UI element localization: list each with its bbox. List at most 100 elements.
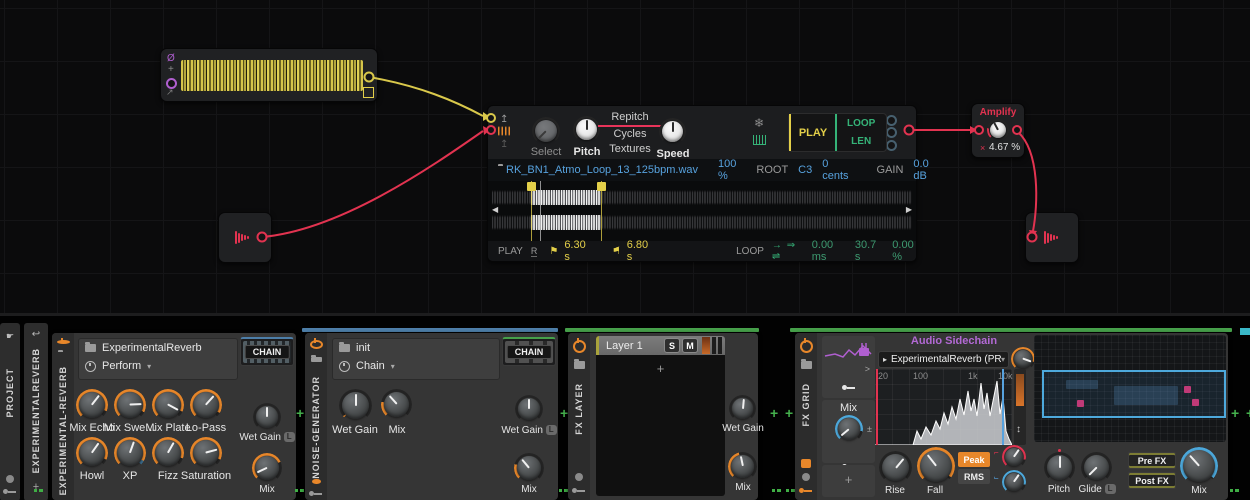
samp-port-r2[interactable] xyxy=(886,127,897,138)
sample-strip-waveform[interactable] xyxy=(181,60,363,91)
back-icon[interactable]: ↩ xyxy=(32,329,40,340)
sidechain-gain-knob[interactable] xyxy=(1011,347,1035,371)
sc-blue-knob[interactable] xyxy=(1002,470,1026,494)
add-device-2[interactable]: + xyxy=(560,406,568,420)
layer-device-name[interactable]: FX LAYER xyxy=(574,383,584,435)
samp-port-r3[interactable] xyxy=(886,140,897,151)
mod-mix-knob[interactable] xyxy=(835,415,863,443)
end-time[interactable]: 6.80 s xyxy=(627,239,648,263)
loop-button[interactable]: LOOP xyxy=(837,114,885,133)
reverb-mode[interactable]: Perform xyxy=(102,360,141,372)
add-device-5[interactable]: + xyxy=(1246,406,1250,420)
grid-pitch-knob[interactable] xyxy=(1044,452,1075,483)
solo-button[interactable]: S xyxy=(664,338,680,353)
mode-repitch[interactable]: Repitch xyxy=(598,110,662,127)
mod-expand-chevron[interactable]: > xyxy=(865,364,870,374)
scroll-right-arrow[interactable]: ▶ xyxy=(906,205,912,214)
freeze-icon[interactable]: ❄ xyxy=(754,116,764,130)
peak-button[interactable]: Peak xyxy=(958,452,990,467)
grid-preset-icon[interactable] xyxy=(800,359,812,369)
layer-add-device[interactable]: + xyxy=(596,361,725,376)
layer-mix-knob[interactable] xyxy=(728,452,757,481)
xp-knob[interactable] xyxy=(114,437,146,469)
phase-icon[interactable]: Ø xyxy=(167,53,175,64)
loop-length-value[interactable]: 30.7 s xyxy=(855,239,876,263)
add-device-1[interactable]: + xyxy=(296,406,304,420)
device-fx-layer[interactable]: FX LAYER Layer 1 S M + Wet Gain Mix xyxy=(568,333,764,500)
audio-in-module[interactable] xyxy=(218,212,272,263)
reverb-chain-button[interactable]: CHAIN xyxy=(240,337,294,366)
lo-pass-knob[interactable] xyxy=(190,389,222,421)
noise-knob-icon[interactable] xyxy=(311,478,321,485)
sc-red-knob[interactable] xyxy=(1002,445,1026,469)
reverb-wetgain-knob[interactable] xyxy=(253,403,281,431)
add-device-4[interactable]: + xyxy=(1231,406,1239,420)
chain-mode-icon[interactable] xyxy=(339,360,350,372)
noise-preset-icon[interactable] xyxy=(310,355,322,363)
amplify-knob[interactable] xyxy=(987,119,1009,141)
samp-port-r1[interactable] xyxy=(886,115,897,126)
mix-echo-knob[interactable] xyxy=(76,389,108,421)
minimap-viewport[interactable] xyxy=(1042,370,1226,418)
mod-mix-pm[interactable]: ± xyxy=(867,424,872,434)
mod-slot-envelope[interactable]: > xyxy=(822,336,875,398)
layer-power-button[interactable] xyxy=(572,338,586,353)
preset-folder-icon[interactable] xyxy=(85,342,96,352)
sample-strip-module[interactable]: Ø + ↗ xyxy=(160,48,378,102)
add-device-3b[interactable]: + xyxy=(785,406,793,420)
amplify-remove-icon[interactable]: × xyxy=(980,143,985,153)
grid-power-button[interactable] xyxy=(799,338,813,353)
reverb-mix-knob[interactable] xyxy=(252,453,282,483)
noise-wetgain-knob[interactable] xyxy=(339,389,372,422)
amplify-value[interactable]: 4.67 % xyxy=(989,142,1020,153)
noise-power-button[interactable] xyxy=(309,337,323,350)
spectrum-display[interactable]: 20 100 1k 10k xyxy=(875,369,1013,445)
sidechain-source-select[interactable]: ▸ ExperimentalReverb (PRE) ▾ xyxy=(878,351,1009,368)
waveform-display[interactable]: ◀ ▶ xyxy=(488,181,916,241)
chain-path-strip[interactable]: ↩ EXPERIMENTALREVERB + ↘ xyxy=(24,323,48,500)
pitch-knob[interactable] xyxy=(573,116,600,143)
start-time[interactable]: 6.30 s xyxy=(564,239,585,263)
layer-1-row[interactable]: Layer 1 S M xyxy=(596,336,725,355)
grid-knob-icon[interactable] xyxy=(802,473,810,481)
range-updown-icon[interactable]: ↕ xyxy=(1016,424,1021,435)
granular-icon[interactable] xyxy=(753,135,766,145)
rise-knob[interactable] xyxy=(879,451,912,484)
grid-edit-icon[interactable] xyxy=(801,459,811,468)
noise-device-name[interactable]: NOISE-GENERATOR xyxy=(311,376,321,479)
add-modulator-icon[interactable]: + xyxy=(168,64,174,75)
perform-icon[interactable] xyxy=(85,360,96,372)
saturation-knob[interactable] xyxy=(190,437,222,469)
loop-start-handle[interactable] xyxy=(527,182,536,191)
noise-wetgain2-knob[interactable] xyxy=(515,395,543,423)
fall-knob[interactable] xyxy=(917,447,955,485)
rms-button[interactable]: RMS xyxy=(958,469,990,484)
amplify-module[interactable]: Amplify × 4.67 % xyxy=(971,103,1025,158)
root-cents[interactable]: 0 cents xyxy=(822,158,848,182)
loop-mode-icons[interactable]: → ⇒ ⇌ xyxy=(772,240,798,262)
grid-glide-knob[interactable] xyxy=(1081,452,1112,483)
noise-preset-name[interactable]: init xyxy=(356,342,370,354)
mute-button[interactable]: M xyxy=(682,338,698,353)
len-button[interactable]: LEN xyxy=(837,133,885,152)
gain-value[interactable]: 0.0 dB xyxy=(913,158,928,182)
device-noise-generator[interactable]: NOISE-GENERATOR init Chain ▾ Wet Gain Mix… xyxy=(305,333,558,500)
loop-fade-value[interactable]: 0.00 ms xyxy=(812,239,839,263)
grid-device-name[interactable]: FX GRID xyxy=(801,383,811,427)
layer-wetgain-knob[interactable] xyxy=(729,395,756,422)
preset-folder-icon[interactable] xyxy=(339,342,350,352)
high-cut-handle[interactable] xyxy=(1002,369,1004,445)
stretch-value[interactable]: 100 % xyxy=(718,158,736,182)
howl-knob[interactable] xyxy=(76,437,108,469)
mod-slot-mix[interactable]: Mix ± xyxy=(822,400,875,469)
speed-knob[interactable] xyxy=(659,118,686,145)
file-name[interactable]: RK_BN1_Atmo_Loop_13_125bpm.wav xyxy=(506,164,698,176)
scroll-left-arrow[interactable]: ◀ xyxy=(492,205,498,214)
noise-mix-knob[interactable] xyxy=(381,389,412,420)
audio-out-module[interactable] xyxy=(1025,212,1079,263)
noise-mix2-knob[interactable] xyxy=(514,453,544,483)
reverb-power-button[interactable] xyxy=(56,338,70,344)
mod-route-icon[interactable] xyxy=(842,383,856,391)
grid-minimap[interactable] xyxy=(1034,335,1226,442)
grid-canvas[interactable]: Ø + ↗ Amplify × 4.67 % ↥ ↥ Select Pitch … xyxy=(0,0,1250,313)
